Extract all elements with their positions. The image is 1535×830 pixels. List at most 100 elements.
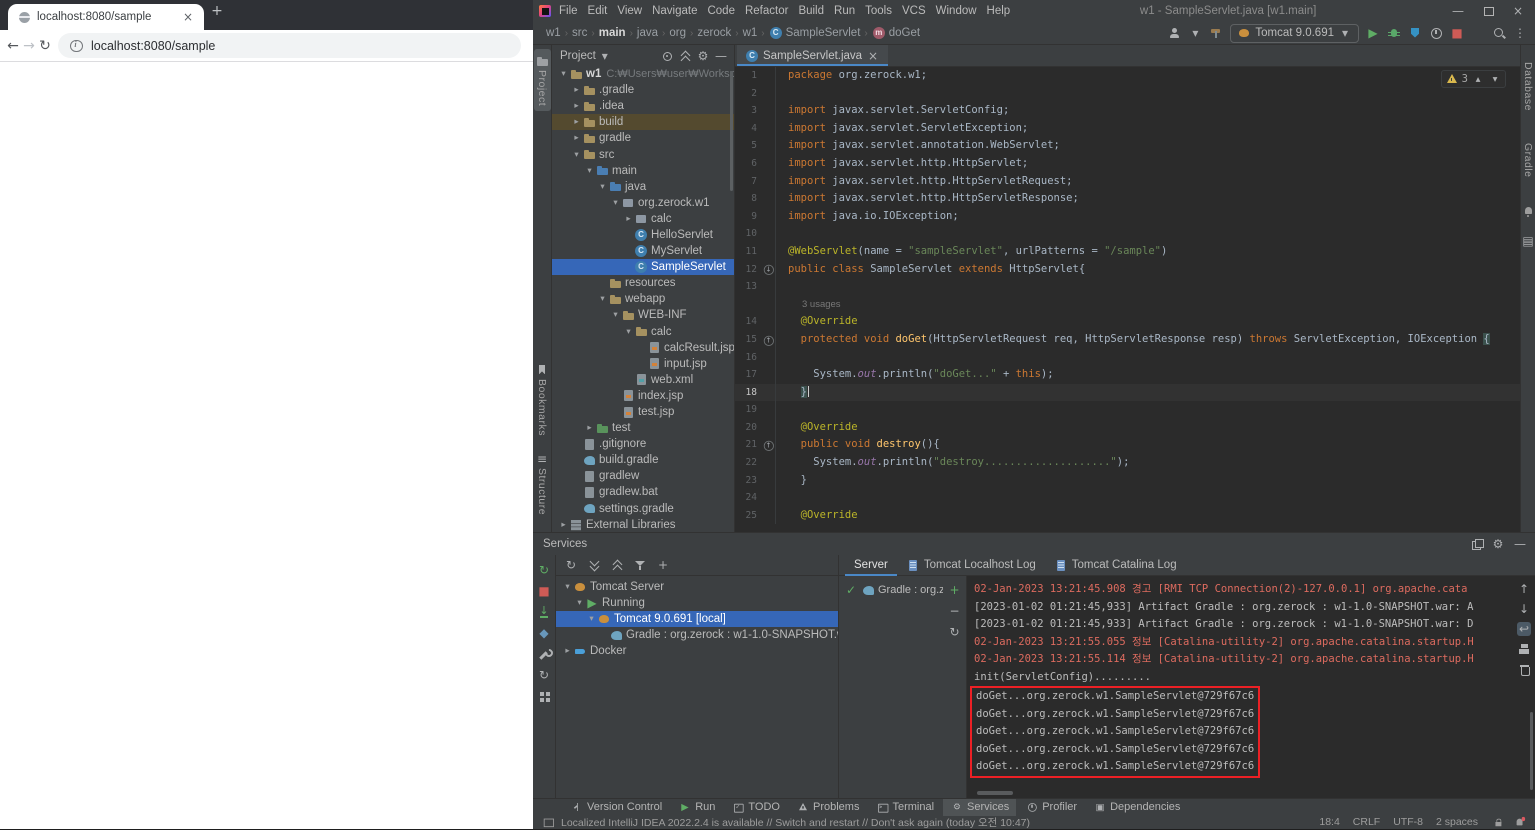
line-number[interactable]: 14: [735, 313, 757, 331]
soft-wrap-icon[interactable]: [1517, 622, 1531, 636]
menu-item-window[interactable]: Window: [931, 5, 982, 17]
breadcrumb-item[interactable]: org: [668, 27, 687, 39]
prev-problem-icon[interactable]: [1472, 73, 1483, 84]
breadcrumb-item[interactable]: src: [571, 27, 588, 39]
project-scrollbar[interactable]: [730, 71, 733, 191]
breadcrumb-item[interactable]: w1: [742, 27, 759, 39]
stripe-item-structure[interactable]: Structure: [534, 447, 551, 520]
coverage-icon[interactable]: [1408, 26, 1422, 40]
trash-icon[interactable]: [1517, 662, 1531, 676]
site-info-icon[interactable]: [69, 39, 83, 53]
code-line[interactable]: 15 protected void doGet(HttpServletReque…: [735, 331, 1520, 349]
line-number[interactable]: 7: [735, 173, 757, 191]
line-number[interactable]: 24: [735, 489, 757, 507]
minus2-icon[interactable]: [948, 604, 962, 618]
line-number[interactable]: 4: [735, 120, 757, 138]
tree-item[interactable]: ▸test: [552, 420, 734, 436]
tree-item[interactable]: ▸.gradle: [552, 82, 734, 98]
menu-item-code[interactable]: Code: [702, 5, 740, 17]
caret-down-icon[interactable]: [1188, 26, 1202, 40]
menu-item-vcs[interactable]: VCS: [897, 5, 931, 17]
breadcrumb-item[interactable]: main: [598, 27, 627, 39]
lock-icon[interactable]: [1492, 816, 1504, 828]
code-line[interactable]: 22 System.out.println("destroy..........…: [735, 454, 1520, 472]
tree-item[interactable]: input.jsp: [552, 356, 734, 372]
new-tab-button[interactable]: [210, 4, 236, 28]
hammer-icon[interactable]: [1209, 26, 1223, 40]
code-line[interactable]: 19: [735, 401, 1520, 419]
tool-tab-run[interactable]: Run: [671, 799, 722, 816]
dashboard-icon[interactable]: [537, 689, 551, 703]
tree-item[interactable]: web.xml: [552, 372, 734, 388]
line-number[interactable]: 18: [735, 384, 757, 402]
collapse-all-icon[interactable]: [610, 558, 624, 572]
tab-close-icon[interactable]: [181, 10, 195, 24]
line-number[interactable]: 21: [735, 436, 757, 454]
print-icon[interactable]: [1517, 642, 1531, 656]
tree-item[interactable]: ▾Running: [556, 595, 838, 611]
user-icon[interactable]: [1167, 26, 1181, 40]
tree-item[interactable]: ▾calc: [552, 324, 734, 340]
code-line[interactable]: 3import javax.servlet.ServletConfig;: [735, 102, 1520, 120]
code-editor[interactable]: 1package org.zerock.w1;23import javax.se…: [735, 67, 1520, 532]
tree-item[interactable]: ▾Tomcat 9.0.691 [local]: [556, 611, 838, 627]
breadcrumb-item[interactable]: doGet: [871, 26, 921, 40]
browser-tab[interactable]: localhost:8080/sample: [8, 4, 204, 30]
kebab-icon[interactable]: [1513, 26, 1527, 40]
minus-icon[interactable]: [1513, 537, 1527, 551]
tree-item[interactable]: .gitignore: [552, 436, 734, 452]
tree-item[interactable]: ▾org.zerock.w1: [552, 195, 734, 211]
tree-item[interactable]: HelloServlet: [552, 227, 734, 243]
tool-tab-problems[interactable]: Problems: [789, 799, 866, 816]
console-tab-server[interactable]: Server: [845, 555, 897, 576]
scroll-top-icon[interactable]: [1517, 582, 1531, 596]
line-number[interactable]: 22: [735, 454, 757, 472]
debug-icon[interactable]: [1387, 26, 1401, 40]
line-number[interactable]: 15: [735, 331, 757, 349]
line-number[interactable]: 19: [735, 401, 757, 419]
tool-tab-services[interactable]: Services: [943, 799, 1016, 816]
close-icon[interactable]: [866, 49, 880, 63]
back-icon[interactable]: [6, 39, 20, 53]
gear-icon[interactable]: [696, 49, 710, 63]
inspections-widget[interactable]: 3: [1441, 70, 1506, 88]
tree-item[interactable]: ▸External Libraries: [552, 517, 734, 532]
browser-page[interactable]: [0, 62, 533, 829]
stop-icon[interactable]: [537, 584, 551, 598]
profiler-icon[interactable]: [1429, 26, 1443, 40]
tree-item[interactable]: Gradle : org.zerock : w1-1.0-SNAPSHOT.wa…: [556, 627, 838, 643]
tree-item[interactable]: ▸calc: [552, 211, 734, 227]
editor-tab[interactable]: SampleServlet.java: [737, 45, 888, 66]
line-number[interactable]: 5: [735, 137, 757, 155]
rerun-icon[interactable]: [537, 563, 551, 577]
code-line[interactable]: 17 System.out.println("doGet..." + this)…: [735, 366, 1520, 384]
tree-item[interactable]: ▾Tomcat Server: [556, 579, 838, 595]
stripe-item-gradle[interactable]: Gradle: [1520, 138, 1535, 183]
line-number[interactable]: 9: [735, 208, 757, 226]
caret-down-icon[interactable]: [598, 49, 612, 63]
bell-icon[interactable]: [1521, 204, 1535, 218]
refresh-icon[interactable]: [564, 558, 578, 572]
code-line[interactable]: 13: [735, 278, 1520, 296]
override-icon[interactable]: [762, 439, 774, 451]
code-line[interactable]: 25 @Override: [735, 507, 1520, 525]
target-icon[interactable]: [660, 49, 674, 63]
tool-tab-dependencies[interactable]: Dependencies: [1086, 799, 1187, 816]
win-close-icon[interactable]: [1511, 4, 1525, 18]
code-line[interactable]: 3 usages: [735, 296, 1520, 314]
line-number[interactable]: 11: [735, 243, 757, 261]
code-line[interactable]: 21 public void destroy(){: [735, 436, 1520, 454]
redeploy-icon[interactable]: [948, 625, 962, 639]
next-problem-icon[interactable]: [1489, 73, 1500, 84]
console-output[interactable]: 02-Jan-2023 13:21:45.908 경고 [RMI TCP Con…: [967, 576, 1513, 798]
code-line[interactable]: 14 @Override: [735, 313, 1520, 331]
bell-dot-icon[interactable]: [1514, 816, 1526, 828]
menu-item-refactor[interactable]: Refactor: [740, 5, 793, 17]
tree-item[interactable]: test.jsp: [552, 404, 734, 420]
line-number[interactable]: 1: [735, 67, 757, 85]
breadcrumb-item[interactable]: zerock: [696, 27, 732, 39]
tree-item[interactable]: settings.gradle: [552, 501, 734, 517]
tool-tab-version-control[interactable]: Version Control: [563, 799, 669, 816]
float-icon[interactable]: [1469, 537, 1483, 551]
code-line[interactable]: 2: [735, 85, 1520, 103]
